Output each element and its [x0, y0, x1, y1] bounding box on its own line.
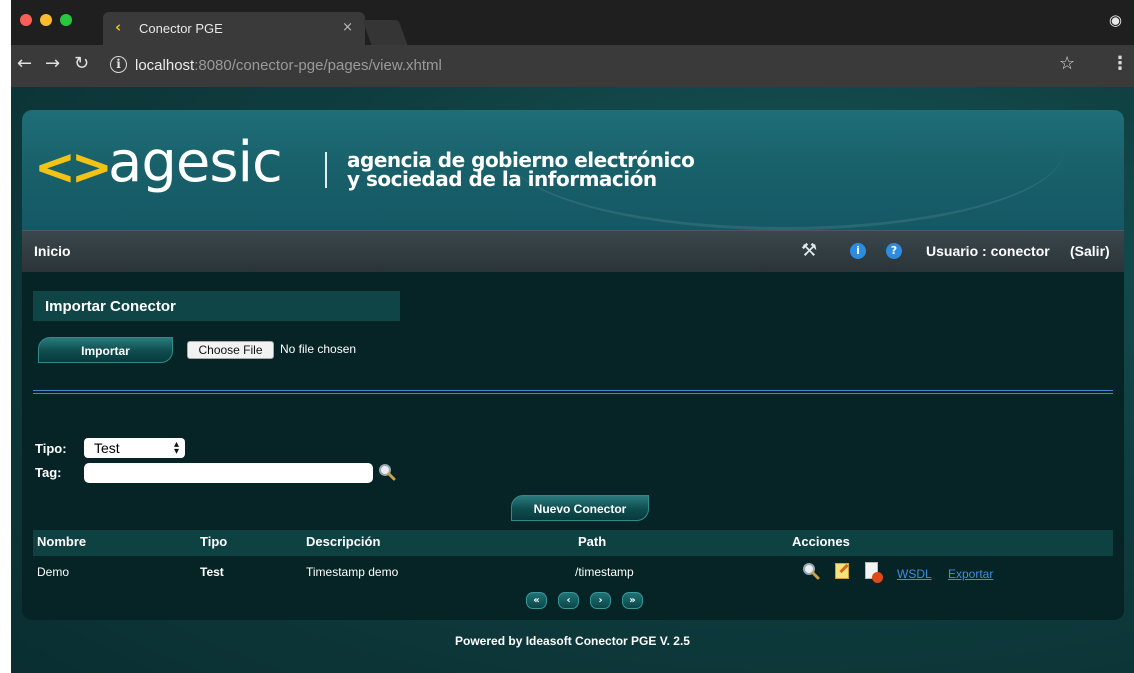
tipo-select-value: Test	[94, 440, 120, 456]
last-page-button[interactable]: »	[622, 592, 643, 609]
logo-mark: <>	[34, 138, 113, 196]
export-link[interactable]: Exportar	[948, 567, 993, 581]
col-header-nombre[interactable]: Nombre	[37, 534, 86, 549]
tagline-line-2: y sociedad de la información	[347, 167, 657, 191]
col-header-acciones: Acciones	[792, 534, 850, 549]
cell-tipo: Test	[200, 565, 224, 579]
incognito-icon: ◉	[1108, 11, 1122, 29]
close-window-button[interactable]	[20, 14, 32, 26]
tools-icon[interactable]: ⚒	[801, 240, 817, 261]
first-page-button[interactable]: «	[526, 592, 547, 609]
url-host: localhost	[135, 57, 195, 74]
back-arrow-icon[interactable]: ←	[17, 53, 32, 74]
delete-file-icon[interactable]	[865, 562, 883, 583]
url-path: :8080/conector-pge/pages/view.xhtml	[194, 57, 442, 74]
import-section-header: Importar Conector	[33, 291, 400, 321]
help-circle-icon[interactable]: ?	[886, 243, 902, 259]
tab-title: Conector PGE	[139, 21, 223, 36]
main-panel: <> agesic agencia de gobierno electrónic…	[22, 110, 1124, 620]
wsdl-link[interactable]: WSDL	[897, 567, 932, 581]
new-tab-button[interactable]	[362, 20, 408, 45]
tipo-label: Tipo:	[35, 441, 67, 456]
title-bar: ‹ Conector PGE × ◉	[11, 0, 1134, 45]
col-header-descripcion[interactable]: Descripción	[306, 534, 380, 549]
info-circle-icon[interactable]: i	[850, 243, 866, 259]
delete-badge-icon	[872, 572, 883, 583]
select-down-arrow-icon: ▾	[173, 446, 179, 457]
reload-icon[interactable]: ↻	[74, 53, 89, 74]
tab-close-icon[interactable]: ×	[342, 20, 353, 35]
site-header: <> agesic agencia de gobierno electrónic…	[22, 110, 1124, 230]
choose-file-button[interactable]: Choose File	[187, 341, 274, 359]
kebab-menu-icon[interactable]: ⋮	[1111, 53, 1129, 74]
search-icon[interactable]	[378, 463, 396, 481]
import-section-title: Importar Conector	[45, 298, 176, 315]
next-page-button[interactable]: ›	[590, 592, 611, 609]
forward-arrow-icon[interactable]: →	[45, 53, 60, 74]
url-text[interactable]: localhost:8080/conector-pge/pages/view.x…	[135, 57, 442, 74]
edit-icon[interactable]	[835, 563, 849, 579]
table-header: Nombre Tipo Descripción Path Acciones	[33, 530, 1113, 556]
menu-bar: Inicio ⚒ i ? Usuario : conector (Salir)	[22, 230, 1124, 272]
browser-toolbar: ← → ↻ i localhost:8080/conector-pge/page…	[11, 45, 1134, 87]
logo-separator	[325, 152, 327, 188]
tipo-select[interactable]: Test ▴ ▾	[84, 438, 185, 458]
tag-label: Tag:	[35, 465, 62, 480]
address-bar[interactable]: i localhost:8080/conector-pge/pages/view…	[106, 52, 1091, 81]
cell-nombre: Demo	[37, 565, 70, 579]
cell-path: /timestamp	[575, 565, 634, 579]
star-icon[interactable]: ☆	[1059, 53, 1075, 74]
maximize-window-button[interactable]	[60, 14, 72, 26]
col-header-path[interactable]: Path	[578, 534, 606, 549]
prev-page-button[interactable]: ‹	[558, 592, 579, 609]
file-status: No file chosen	[280, 342, 357, 356]
minimize-window-button[interactable]	[40, 14, 52, 26]
col-header-tipo[interactable]: Tipo	[200, 534, 227, 549]
section-divider	[33, 390, 1113, 394]
tag-input[interactable]	[84, 463, 373, 483]
logo-wordmark: agesic	[108, 130, 283, 195]
browser-tab[interactable]: ‹ Conector PGE ×	[103, 12, 365, 45]
logout-link[interactable]: (Salir)	[1070, 243, 1110, 259]
user-label: Usuario : conector	[926, 243, 1050, 259]
home-link[interactable]: Inicio	[34, 243, 71, 259]
browser-window: ‹ Conector PGE × ◉ ← → ↻ i localhost:808…	[11, 0, 1134, 673]
favicon-icon: ‹	[115, 18, 122, 36]
view-search-icon[interactable]	[802, 562, 820, 580]
info-icon[interactable]: i	[110, 56, 127, 73]
new-connector-button[interactable]: Nuevo Conector	[511, 495, 649, 521]
import-button[interactable]: Importar	[38, 337, 173, 363]
page-footer: Powered by Ideasoft Conector PGE V. 2.5	[455, 634, 690, 648]
cell-descripcion: Timestamp demo	[306, 565, 399, 579]
page-background: <> agesic agencia de gobierno electrónic…	[11, 87, 1134, 673]
